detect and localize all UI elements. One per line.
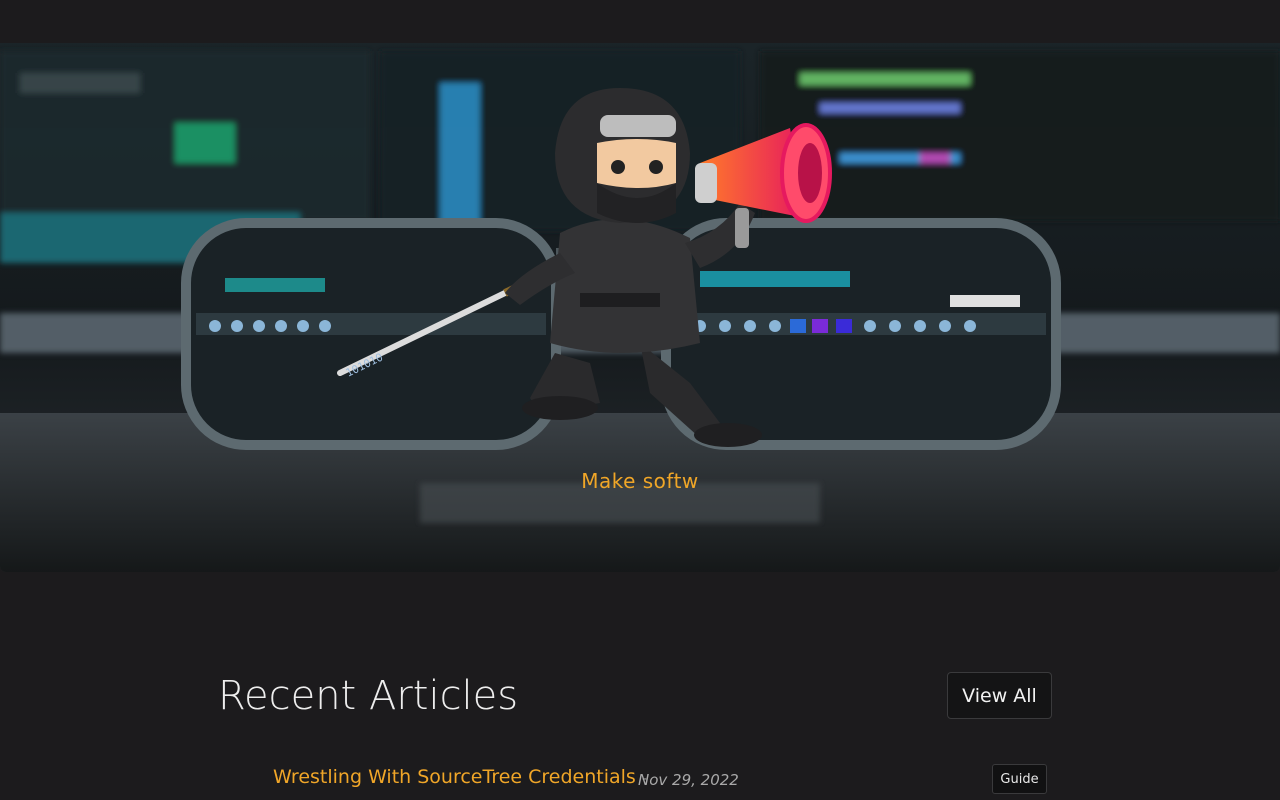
article-title-link[interactable]: Wrestling With SourceTree Credentials - <box>273 766 647 788</box>
top-navbar <box>0 0 1280 43</box>
article-title: Wrestling With SourceTree Credentials <box>273 766 636 788</box>
article-tag-badge[interactable]: Guide <box>992 764 1047 794</box>
view-all-button[interactable]: View All <box>947 672 1052 719</box>
hero-tagline: Make softw <box>581 469 699 493</box>
article-list-item: Wrestling With SourceTree Credentials - … <box>273 764 1048 796</box>
article-date: Nov 29, 2022 <box>638 771 739 789</box>
recent-articles-heading: Recent Articles <box>218 673 519 719</box>
hero-banner: 101010 Make softw <box>0 43 1280 572</box>
